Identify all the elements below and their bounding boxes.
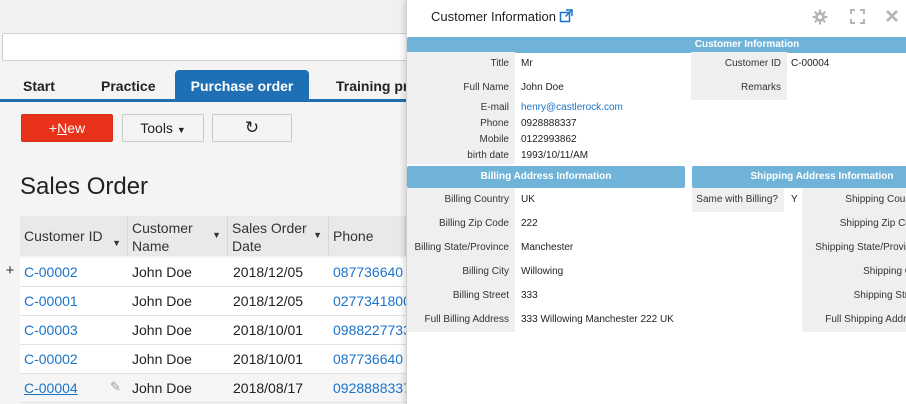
mobile-value: 0122993862 <box>521 134 577 145</box>
full-name-value: John Doe <box>521 82 564 93</box>
customer-name-cell: John Doe <box>132 322 192 338</box>
expand-row-icon[interactable]: + <box>0 258 20 284</box>
shipping-zip-label: Shipping Zip Code <box>802 212 906 236</box>
full-shipping-label: Full Shipping Address <box>802 308 906 332</box>
customer-id-label: Customer ID <box>691 52 787 76</box>
col-label: Sales Order Date <box>232 220 307 254</box>
new-underline: N <box>57 120 68 136</box>
order-date-cell: 2018/12/05 <box>233 293 304 309</box>
birth-date-label: birth date <box>467 150 509 161</box>
contact-label-column: E-mail Phone Mobile birth date <box>407 100 515 164</box>
gear-icon[interactable] <box>812 9 828 25</box>
shipping-state-label: Shipping State/Province <box>802 236 906 260</box>
full-billing-value: 333 Willowing Manchester 222 UK <box>521 314 674 325</box>
order-date-cell: 2018/10/01 <box>233 351 304 367</box>
sort-icon[interactable]: ▼ <box>212 226 221 244</box>
mobile-label: Mobile <box>479 134 509 145</box>
col-header-customer-name[interactable]: Customer Name ▼ <box>128 216 228 256</box>
order-date-cell: 2018/08/17 <box>233 380 304 396</box>
billing-street-value: 333 <box>521 290 538 301</box>
col-label: Customer Name <box>132 220 193 254</box>
new-rest: ew <box>67 120 86 136</box>
customer-id-value: C-00004 <box>791 58 830 69</box>
billing-zip-label: Billing Zip Code <box>407 212 515 236</box>
phone-link[interactable]: 09882277333 <box>333 316 406 345</box>
same-with-billing-label: Same with Billing? <box>692 188 784 212</box>
remarks-label: Remarks <box>691 76 787 100</box>
col-header-phone[interactable]: Phone <box>329 216 406 256</box>
expand-icon[interactable] <box>850 9 865 24</box>
panel-title: Customer Information <box>431 9 556 24</box>
refresh-icon: ↻ <box>244 118 260 137</box>
billing-state-value: Manchester <box>521 242 574 253</box>
new-button[interactable]: +New <box>21 114 113 142</box>
col-label: Customer ID <box>24 228 103 244</box>
shipping-city-label: Shipping City <box>802 260 906 284</box>
billing-country-label: Billing Country <box>407 188 515 212</box>
shipping-street-label: Shipping Street <box>802 284 906 308</box>
billing-state-label: Billing State/Province <box>407 236 515 260</box>
pencil-icon[interactable]: ✎ <box>110 379 121 395</box>
tools-label: Tools <box>140 120 173 136</box>
phone-link[interactable]: 02773418000 <box>333 287 406 316</box>
tab-training[interactable]: Training pro <box>336 70 417 102</box>
customer-name-cell: John Doe <box>132 293 192 309</box>
external-link-icon[interactable] <box>559 9 573 23</box>
customer-id-link[interactable]: C-00002 <box>24 258 78 287</box>
billing-city-label: Billing City <box>407 260 515 284</box>
caret-down-icon: ▼ <box>176 125 186 135</box>
billing-section-header: Billing Address Information <box>407 166 685 188</box>
tab-practice[interactable]: Practice <box>101 70 155 102</box>
same-with-billing-value: Y <box>791 194 798 205</box>
tools-button[interactable]: Tools ▼ <box>122 114 204 142</box>
col-header-sales-order-date[interactable]: Sales Order Date ▼ <box>228 216 329 256</box>
sort-icon[interactable]: ▼ <box>112 226 121 260</box>
customer-name-cell: John Doe <box>132 264 192 280</box>
customer-id-link[interactable]: C-00004 <box>24 374 78 403</box>
phone-link[interactable]: 09288883377 <box>333 374 406 403</box>
close-icon[interactable] <box>885 9 899 23</box>
phone-label: Phone <box>480 118 509 129</box>
customer-name-cell: John Doe <box>132 380 192 396</box>
phone-value: 0928888337 <box>521 118 577 129</box>
email-link[interactable]: henry@castlerock.com <box>521 100 623 116</box>
phone-link[interactable]: 087736640 <box>333 345 406 374</box>
customer-name-cell: John Doe <box>132 351 192 367</box>
shipping-section-header: Shipping Address Information <box>692 166 906 188</box>
title-value: Mr <box>521 58 533 69</box>
page-title: Sales Order <box>20 173 149 200</box>
customer-id-link[interactable]: C-00001 <box>24 287 78 316</box>
tab-purchase-order[interactable]: Purchase order <box>175 70 309 102</box>
billing-city-value: Willowing <box>521 266 564 277</box>
customer-id-link[interactable]: C-00002 <box>24 345 78 374</box>
refresh-button[interactable]: ↻ <box>212 114 292 142</box>
tab-start[interactable]: Start <box>23 70 55 102</box>
full-name-label: Full Name <box>407 76 515 100</box>
billing-zip-value: 222 <box>521 218 538 229</box>
customer-info-panel: Customer Information Customer Informatio… <box>406 0 906 404</box>
billing-country-value: UK <box>521 194 535 205</box>
sort-icon[interactable]: ▼ <box>313 226 322 244</box>
customer-section-header: Customer Information <box>407 37 906 53</box>
phone-link[interactable]: 087736640 <box>333 258 406 287</box>
new-prefix: + <box>48 120 58 136</box>
customer-id-link[interactable]: C-00003 <box>24 316 78 345</box>
birth-date-value: 1993/10/11/AM <box>521 150 589 161</box>
shipping-country-label: Shipping Country <box>802 188 906 212</box>
full-billing-label: Full Billing Address <box>407 308 515 332</box>
col-label: Phone <box>333 228 374 244</box>
billing-street-label: Billing Street <box>407 284 515 308</box>
order-date-cell: 2018/12/05 <box>233 264 304 280</box>
email-label: E-mail <box>480 102 509 113</box>
col-header-customer-id[interactable]: Customer ID ▼ <box>20 216 128 256</box>
order-date-cell: 2018/10/01 <box>233 322 304 338</box>
title-label: Title <box>407 52 515 76</box>
